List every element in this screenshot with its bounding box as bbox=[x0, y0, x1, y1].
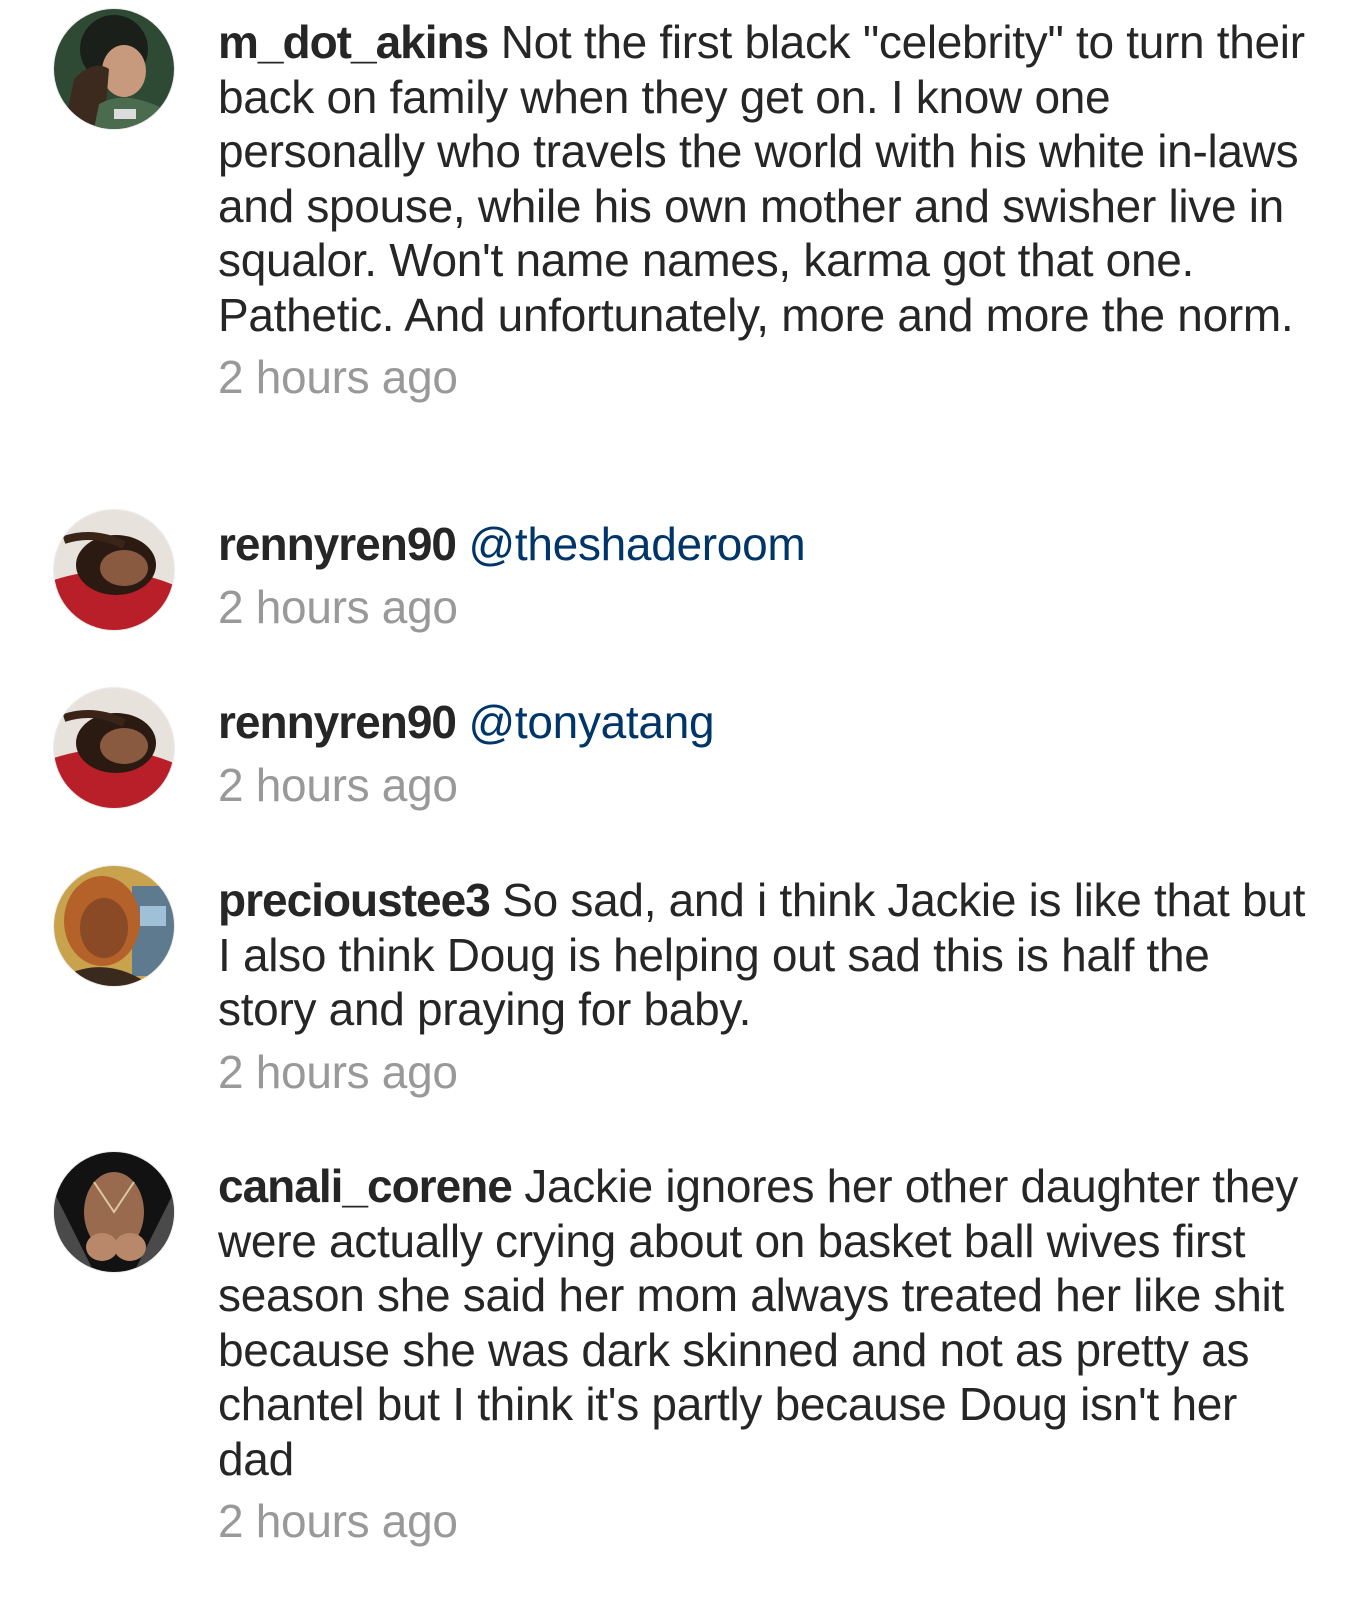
avatar[interactable] bbox=[54, 510, 174, 630]
comment-username[interactable]: canali_corene bbox=[218, 1160, 513, 1212]
comment-timestamp: 2 hours ago bbox=[218, 351, 458, 403]
comment-timestamp: 2 hours ago bbox=[218, 758, 458, 811]
avatar[interactable] bbox=[54, 866, 174, 986]
comment-timestamp: 2 hours ago bbox=[218, 1495, 458, 1547]
avatar[interactable] bbox=[54, 9, 174, 129]
comment-mention[interactable]: @tonyatang bbox=[469, 696, 715, 748]
comment-timestamp: 2 hours ago bbox=[218, 580, 458, 633]
avatar[interactable] bbox=[54, 1152, 174, 1272]
comment-username[interactable]: rennyren90 bbox=[218, 696, 457, 748]
comment-timestamp: 2 hours ago bbox=[218, 1045, 458, 1098]
comment-username[interactable]: rennyren90 bbox=[218, 518, 457, 570]
comment-mention[interactable]: @theshaderoom bbox=[469, 518, 806, 570]
comment-username[interactable]: m_dot_akins bbox=[218, 16, 489, 68]
comment-username[interactable]: precioustee3 bbox=[218, 874, 491, 926]
avatar[interactable] bbox=[54, 688, 174, 808]
